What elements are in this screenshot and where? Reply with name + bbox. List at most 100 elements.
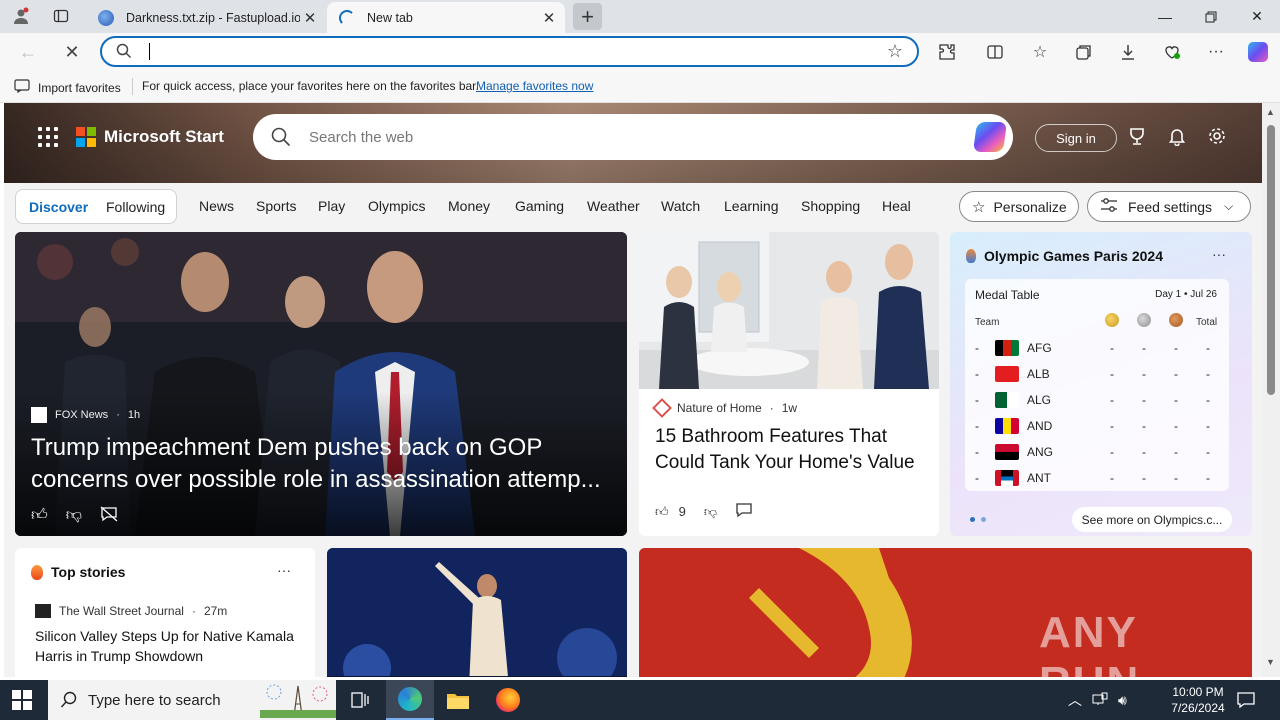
silver-medal-icon: [1137, 313, 1151, 327]
tab-close-icon[interactable]: ✕: [539, 9, 559, 27]
favorites-message: For quick access, place your favorites h…: [142, 79, 479, 93]
show-hidden-icons-chevron-up-icon[interactable]: ︿: [1068, 690, 1082, 710]
stop-loading-button[interactable]: ✕: [60, 40, 84, 64]
scroll-down-arrow-icon[interactable]: ▼: [1266, 657, 1275, 667]
nav-item-health[interactable]: Heal: [882, 198, 911, 214]
rewards-icon[interactable]: [1126, 125, 1148, 147]
restore-button[interactable]: [1188, 0, 1234, 33]
favorite-star-icon[interactable]: ☆: [887, 41, 903, 62]
firefox-icon[interactable]: [484, 680, 532, 720]
medal-row[interactable]: - ANT - - - -: [965, 465, 1229, 491]
nav-item-sports[interactable]: Sports: [256, 198, 296, 214]
scroll-thumb[interactable]: [1267, 125, 1275, 395]
taskbar-clock[interactable]: 10:00 PM 7/26/2024: [1162, 684, 1234, 716]
browser-essentials-icon[interactable]: [1160, 40, 1184, 64]
olympics-card: Olympic Games Paris 2024 ··· Medal Table…: [950, 232, 1252, 536]
medal-row[interactable]: - ALB - - - -: [965, 361, 1229, 387]
extensions-icon[interactable]: [935, 40, 959, 64]
thumbs-up-icon[interactable]: 👍︎: [655, 504, 669, 520]
nav-item-money[interactable]: Money: [448, 198, 490, 214]
edge-taskbar-icon[interactable]: [386, 680, 434, 720]
total-count: -: [1206, 367, 1210, 381]
medal-row[interactable]: - AND - - - -: [965, 413, 1229, 439]
thumbs-down-icon[interactable]: 👎︎: [66, 506, 82, 527]
manage-favorites-link[interactable]: Manage favorites now: [476, 79, 593, 93]
speaker-volume-icon[interactable]: 🔊︎: [1118, 692, 1127, 709]
nav-item-learning[interactable]: Learning: [724, 198, 779, 214]
settings-more-icon[interactable]: ···: [1204, 40, 1228, 64]
feed-nav-row: Discover Following News Sports Play Olym…: [4, 183, 1262, 231]
sign-in-button[interactable]: Sign in: [1035, 124, 1117, 152]
collections-icon[interactable]: [1072, 40, 1096, 64]
vertical-scrollbar[interactable]: ▲ ▼: [1262, 103, 1280, 677]
main-story-headline[interactable]: Trump impeachment Dem pushes back on GOP…: [31, 432, 621, 496]
address-bar[interactable]: ☆: [100, 36, 919, 67]
more-options-icon[interactable]: ···: [277, 562, 291, 578]
split-screen-icon[interactable]: [983, 40, 1007, 64]
profile-icon[interactable]: [10, 6, 32, 26]
tab-following[interactable]: Following: [106, 199, 165, 215]
hide-comments-icon[interactable]: [100, 506, 118, 527]
anyrun-watermark: ANY RUN: [1039, 608, 1138, 677]
close-window-button[interactable]: ✕: [1234, 0, 1280, 33]
see-more-olympics-button[interactable]: See more on Olympics.c...: [1072, 507, 1232, 532]
tab-discover[interactable]: Discover: [29, 199, 88, 215]
tab-actions-icon[interactable]: [50, 6, 72, 26]
gold-count: -: [1110, 419, 1114, 433]
thumbs-down-icon[interactable]: 👎︎: [704, 504, 717, 520]
favorites-icon[interactable]: ☆: [1028, 40, 1052, 64]
nav-item-watch[interactable]: Watch: [661, 198, 700, 214]
silver-count: -: [1142, 419, 1146, 433]
scroll-up-arrow-icon[interactable]: ▲: [1266, 107, 1275, 117]
app-launcher-icon[interactable]: [38, 127, 58, 147]
story-age: 1w: [781, 401, 798, 415]
carousel-dots[interactable]: [970, 517, 986, 522]
copilot-icon[interactable]: [1246, 40, 1270, 64]
nav-item-gaming[interactable]: Gaming: [515, 198, 564, 214]
back-button[interactable]: ←: [16, 40, 40, 64]
tab-close-icon[interactable]: ✕: [300, 9, 320, 27]
downloads-icon[interactable]: [1116, 40, 1140, 64]
medal-row[interactable]: - ALG - - - -: [965, 387, 1229, 413]
nav-item-olympics[interactable]: Olympics: [368, 198, 426, 214]
secondary-story-card[interactable]: Nature of Home · 1w 15 Bathroom Features…: [639, 232, 939, 536]
taskbar-search-box[interactable]: Type here to search: [48, 680, 336, 720]
feed-settings-button[interactable]: Feed settings ⌵: [1087, 191, 1251, 222]
nature-of-home-logo-icon: [652, 398, 672, 418]
secondary-story-headline[interactable]: 15 Bathroom Features That Could Tank You…: [655, 424, 925, 476]
nav-item-shopping[interactable]: Shopping: [801, 198, 860, 214]
nav-item-play[interactable]: Play: [318, 198, 345, 214]
tab-new-tab[interactable]: New tab ✕: [327, 2, 565, 33]
tab-fastupload[interactable]: Darkness.txt.zip - Fastupload.io ✕: [86, 2, 326, 33]
notifications-bell-icon[interactable]: [1166, 125, 1188, 147]
main-story-card[interactable]: FOX News · 1h Trump impeachment Dem push…: [15, 232, 627, 536]
medal-row[interactable]: - AFG - - - -: [965, 335, 1229, 361]
network-icon[interactable]: [1092, 692, 1108, 709]
notification-center-icon[interactable]: [1236, 690, 1256, 710]
olympics-title[interactable]: Olympic Games Paris 2024: [984, 248, 1163, 264]
nav-item-news[interactable]: News: [199, 198, 234, 214]
nav-item-weather[interactable]: Weather: [587, 198, 640, 214]
copilot-icon[interactable]: [972, 122, 1008, 152]
sliders-icon: [1100, 198, 1118, 215]
web-search-box[interactable]: Search the web: [253, 114, 1013, 160]
address-input[interactable]: [146, 41, 846, 62]
start-button-windows-icon[interactable]: [12, 690, 32, 710]
brand-title[interactable]: Microsoft Start: [104, 127, 224, 147]
personalize-button[interactable]: ☆ Personalize: [959, 191, 1079, 222]
thumbs-up-icon[interactable]: 👍︎: [31, 506, 48, 527]
top-story-headline[interactable]: Silicon Valley Steps Up for Native Kamal…: [35, 626, 295, 666]
story-card-image[interactable]: ANY RUN: [639, 548, 1252, 677]
file-explorer-icon[interactable]: [434, 680, 482, 720]
task-view-icon[interactable]: [336, 680, 384, 720]
comment-icon[interactable]: [735, 502, 753, 521]
page-settings-gear-icon[interactable]: [1206, 125, 1228, 147]
story-card-image[interactable]: [327, 548, 627, 677]
minimize-button[interactable]: —: [1142, 0, 1188, 33]
new-tab-button[interactable]: +: [573, 3, 602, 30]
country-code: ALG: [1027, 393, 1052, 407]
import-favorites-button[interactable]: Import favorites: [14, 79, 121, 96]
story-actions: 👍︎ 👎︎: [31, 506, 118, 527]
more-options-icon[interactable]: ···: [1212, 246, 1226, 262]
medal-row[interactable]: - ANG - - - -: [965, 439, 1229, 465]
